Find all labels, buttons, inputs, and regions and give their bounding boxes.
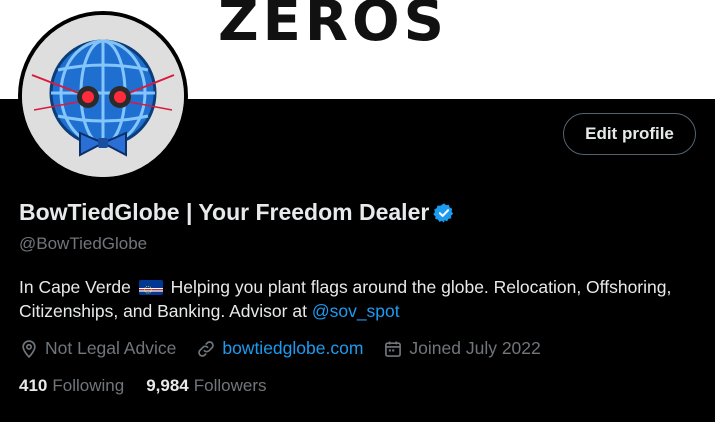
cape-verde-flag-icon	[138, 280, 163, 295]
avatar[interactable]	[18, 11, 188, 181]
location-text: Not Legal Advice	[45, 338, 177, 358]
edit-profile-button[interactable]: Edit profile	[563, 113, 696, 155]
website-link[interactable]: bowtiedglobe.com	[222, 338, 363, 359]
bio-text-location: In Cape Verde	[19, 277, 131, 297]
globe-mascot-icon	[22, 15, 184, 177]
display-name-row: BowTiedGlobe | Your Freedom Dealer	[19, 199, 455, 226]
profile-bio: In Cape Verde Helping you plant flags ar…	[19, 275, 709, 323]
display-name: BowTiedGlobe | Your Freedom Dealer	[19, 199, 430, 225]
verified-badge-icon[interactable]	[433, 202, 455, 224]
location-item: Not Legal Advice	[19, 338, 176, 359]
avatar-image	[22, 15, 184, 177]
bio-mention-link[interactable]: @sov_spot	[312, 301, 400, 321]
followers-label: Followers	[193, 376, 267, 395]
following-count: 410	[19, 376, 48, 395]
profile-meta: Not Legal Advice bowtiedglobe.com Joined…	[19, 338, 561, 359]
joined-text: Joined July 2022	[409, 338, 541, 358]
followers-count: 9,984	[146, 376, 189, 395]
joined-item: Joined July 2022	[383, 338, 541, 359]
followers-link[interactable]: 9,984 Followers	[146, 376, 266, 396]
website-item: bowtiedglobe.com	[196, 338, 363, 359]
following-label: Following	[52, 376, 125, 395]
banner-text: ZEROS	[218, 0, 448, 54]
following-link[interactable]: 410 Following	[19, 376, 124, 396]
username-handle: @BowTiedGlobe	[19, 234, 148, 253]
calendar-icon	[385, 341, 402, 357]
link-icon	[198, 340, 215, 357]
profile-stats: 410 Following 9,984 Followers	[19, 376, 288, 396]
location-pin-icon	[22, 339, 36, 358]
